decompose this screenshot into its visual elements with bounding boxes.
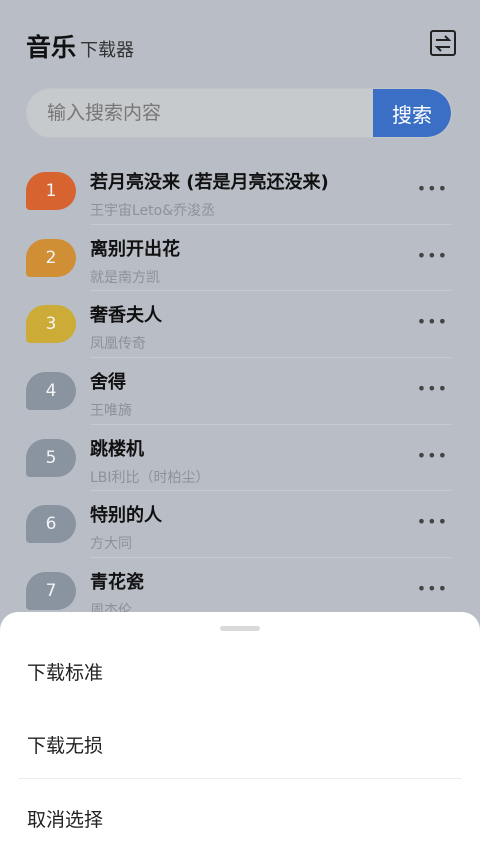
song-title: 特别的人 (90, 505, 162, 527)
search-bar: 搜索 (26, 88, 452, 138)
swap-list-icon[interactable] (430, 30, 456, 56)
search-button[interactable]: 搜索 (373, 89, 451, 137)
song-title: 若月亮没来 (若是月亮还没来) (90, 172, 329, 193)
more-icon[interactable]: ••• (417, 581, 448, 597)
download-bottom-sheet: 下载标准 下载无损 取消选择 (0, 612, 480, 853)
drag-handle[interactable] (220, 626, 260, 631)
more-icon[interactable]: ••• (417, 314, 448, 330)
rank-badge: 6 (26, 505, 76, 544)
song-artist: 王唯旖 (90, 403, 132, 420)
more-icon[interactable]: ••• (417, 514, 448, 530)
download-lossless-option[interactable]: 下载无损 (27, 731, 103, 758)
app-subtitle: 下载器 (80, 40, 135, 61)
song-artist: 方大同 (90, 536, 132, 553)
song-artist: LBI利比（时柏尘） (90, 469, 210, 486)
rank-badge: 1 (26, 172, 76, 210)
song-artist: 就是南方凯 (90, 269, 160, 286)
song-row[interactable]: 3 奢香夫人 凤凰传奇 ••• (0, 291, 480, 359)
rank-badge: 7 (26, 572, 76, 611)
song-title: 离别开出花 (90, 238, 180, 260)
song-row[interactable]: 6 特别的人 方大同 ••• (0, 491, 480, 559)
search-input[interactable] (27, 89, 373, 137)
more-icon[interactable]: ••• (417, 447, 448, 463)
header: 音乐 下载器 (26, 28, 456, 68)
song-row[interactable]: 1 若月亮没来 (若是月亮还没来) 王宇宙Leto&乔浚丞 ••• (0, 158, 480, 225)
song-artist: 凤凰传奇 (90, 336, 146, 353)
divider (18, 778, 462, 779)
rank-badge: 2 (26, 238, 76, 277)
more-icon[interactable]: ••• (417, 247, 448, 263)
song-title: 青花瓷 (90, 572, 144, 594)
song-row[interactable]: 2 离别开出花 就是南方凯 ••• (0, 225, 480, 292)
song-row[interactable]: 4 舍得 王唯旖 ••• (0, 358, 480, 425)
song-title: 跳楼机 (90, 438, 144, 460)
rank-badge: 3 (26, 305, 76, 344)
rank-badge: 5 (26, 438, 76, 477)
more-icon[interactable]: ••• (417, 381, 448, 397)
song-list: 1 若月亮没来 (若是月亮还没来) 王宇宙Leto&乔浚丞 ••• 2 离别开出… (0, 158, 480, 625)
cancel-selection-option[interactable]: 取消选择 (27, 805, 103, 832)
more-icon[interactable]: ••• (417, 181, 448, 197)
app-title: 音乐 (26, 33, 77, 62)
song-artist: 王宇宙Leto&乔浚丞 (90, 203, 216, 219)
rank-badge: 4 (26, 372, 76, 411)
song-row[interactable]: 5 跳楼机 LBI利比（时柏尘） ••• (0, 425, 480, 492)
song-title: 奢香夫人 (90, 305, 162, 327)
download-standard-option[interactable]: 下载标准 (27, 658, 103, 685)
song-title: 舍得 (90, 372, 126, 394)
